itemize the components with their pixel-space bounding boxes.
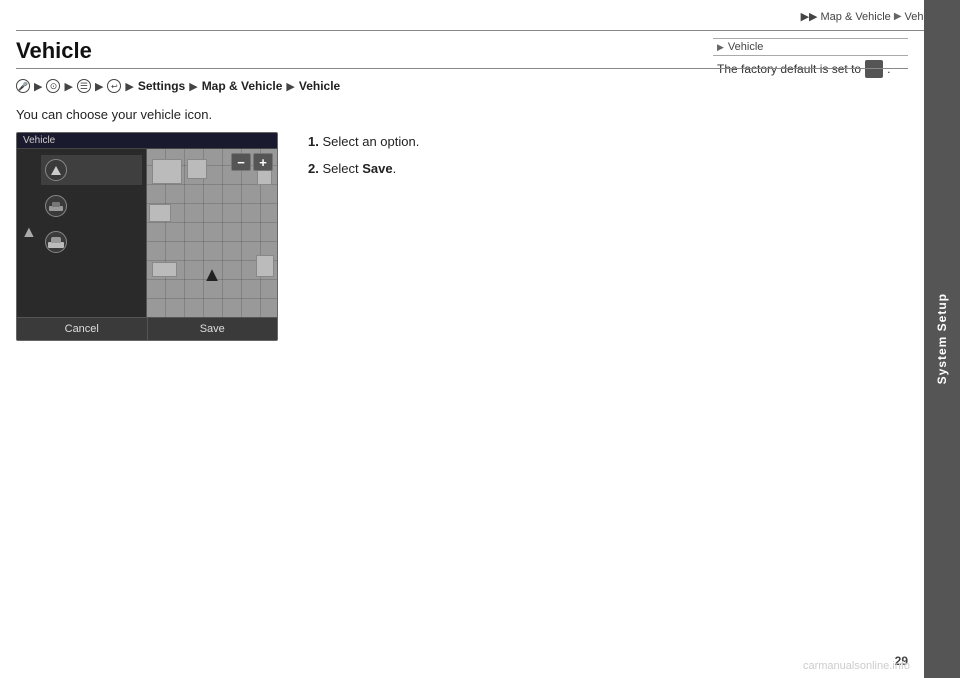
vehicle-shape-arrow xyxy=(51,166,61,175)
step-2: 2. Select Save. xyxy=(308,159,908,180)
content-columns: Vehicle ▲ xyxy=(16,132,908,341)
nav-vehicle: Vehicle xyxy=(299,79,340,93)
breadcrumb: ▶▶ Map & Vehicle ▶ Vehicle xyxy=(801,10,940,23)
step-1: 1. Select an option. xyxy=(308,132,908,153)
map-building-5 xyxy=(256,255,274,277)
title-divider xyxy=(16,68,908,69)
right-sidebar: System Setup xyxy=(924,0,960,678)
vehicle-circle-1 xyxy=(45,159,67,181)
screen-body: ▲ xyxy=(17,149,277,317)
vehicle-item-1[interactable] xyxy=(41,155,142,185)
step-2-save-bold: Save xyxy=(362,161,392,176)
map-preview: − + ▲ xyxy=(147,149,277,317)
map-building-2 xyxy=(187,159,207,179)
map-building-6 xyxy=(152,262,177,277)
vehicle-item-3[interactable] xyxy=(41,227,142,257)
breadcrumb-prefix: ▶▶ xyxy=(801,10,818,23)
breadcrumb-arrow1: ▶ xyxy=(894,11,902,22)
map-grid xyxy=(147,149,277,317)
instructions-column: 1. Select an option. 2. Select Save. xyxy=(308,132,908,341)
nav-icon-menu: ☰ xyxy=(77,79,91,93)
page-title: Vehicle xyxy=(16,38,908,64)
screen-mockup-container: Vehicle ▲ xyxy=(16,132,278,341)
step-1-text: Select an option. xyxy=(322,134,419,149)
vehicle-circle-2 xyxy=(45,195,67,217)
step-2-text-after: . xyxy=(393,161,397,176)
sidebar-label: System Setup xyxy=(935,293,949,384)
screen-header: Vehicle xyxy=(17,133,277,149)
vehicle-circle-3 xyxy=(45,231,67,253)
main-content: Vehicle 🎤 ▶ ⊙ ▶ ☰ ▶ ↩ ▶ Settings ▶ Map &… xyxy=(16,38,908,658)
vehicle-shape-car-small xyxy=(49,202,63,211)
watermark: carmanualsonline.info xyxy=(803,660,910,672)
zoom-controls[interactable]: − + xyxy=(231,153,273,171)
map-building-1 xyxy=(152,159,182,184)
nav-icon-back: ↩ xyxy=(107,79,121,93)
cancel-button[interactable]: Cancel xyxy=(17,318,148,340)
map-building-4 xyxy=(149,204,171,222)
vehicle-list[interactable]: ▲ xyxy=(17,149,147,317)
screen-mockup: Vehicle ▲ xyxy=(16,132,278,341)
step-2-text-before: Select xyxy=(322,161,362,176)
description-text: You can choose your vehicle icon. xyxy=(16,107,908,122)
vehicle-item-2[interactable] xyxy=(41,191,142,221)
top-divider xyxy=(16,30,944,31)
nav-map-vehicle: Map & Vehicle xyxy=(202,79,283,93)
step-1-number: 1. xyxy=(308,134,319,149)
zoom-in-button[interactable]: + xyxy=(253,153,273,171)
step-2-number: 2. xyxy=(308,161,319,176)
map-vehicle-arrow: ▲ xyxy=(202,264,222,287)
nav-icon-home: ⊙ xyxy=(46,79,60,93)
save-button[interactable]: Save xyxy=(148,318,278,340)
screen-footer[interactable]: Cancel Save xyxy=(17,317,277,340)
breadcrumb-part1: Map & Vehicle xyxy=(820,11,890,23)
nav-settings: Settings xyxy=(138,79,185,93)
zoom-out-button[interactable]: − xyxy=(231,153,251,171)
nav-path: 🎤 ▶ ⊙ ▶ ☰ ▶ ↩ ▶ Settings ▶ Map & Vehicle… xyxy=(16,79,908,93)
up-arrow-icon: ▲ xyxy=(21,224,37,242)
vehicle-shape-car-large xyxy=(48,237,64,248)
nav-icon-mic: 🎤 xyxy=(16,79,30,93)
